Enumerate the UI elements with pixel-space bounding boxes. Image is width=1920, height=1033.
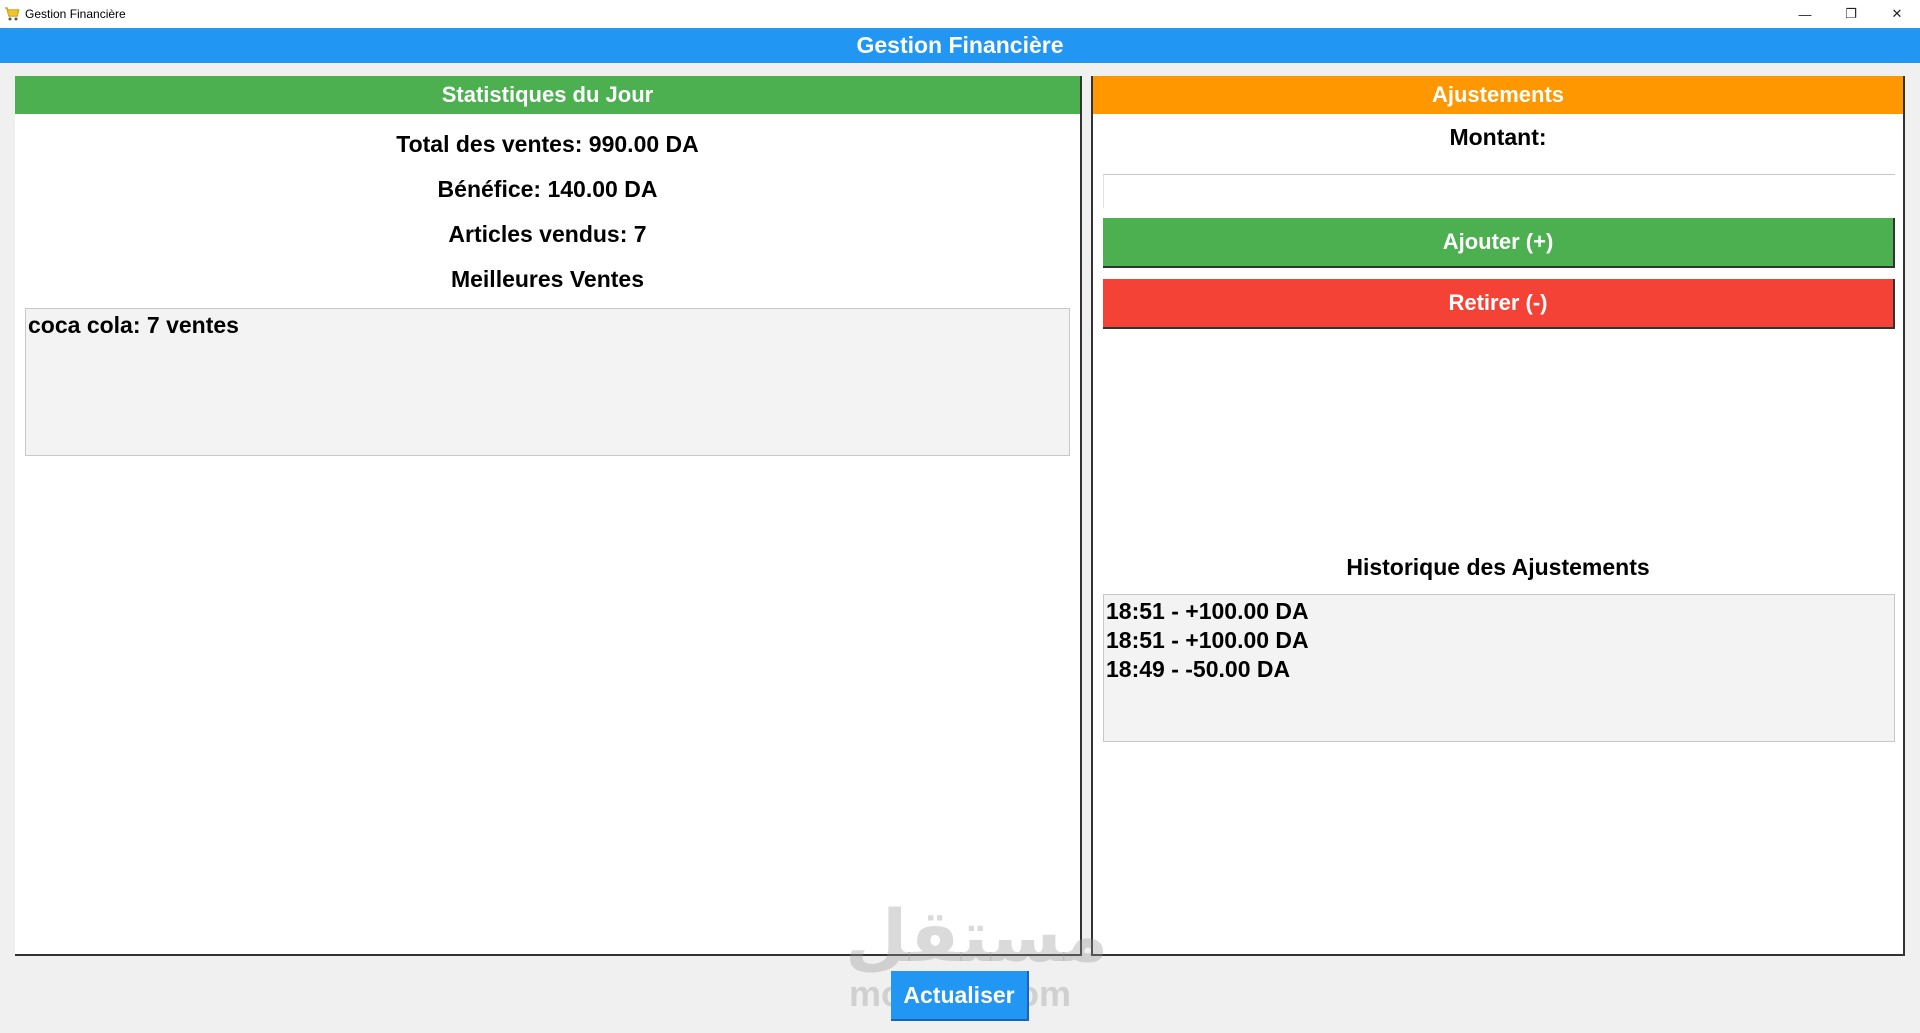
- remove-button[interactable]: Retirer (-): [1103, 279, 1895, 329]
- app-header: Gestion Financière: [0, 28, 1920, 63]
- history-list[interactable]: 18:51 - +100.00 DA 18:51 - +100.00 DA 18…: [1103, 594, 1895, 742]
- title-bar: Gestion Financière — ❐ ✕: [0, 0, 1920, 28]
- best-sales-list[interactable]: coca cola: 7 ventes: [25, 308, 1070, 456]
- list-item[interactable]: 18:51 - +100.00 DA: [1106, 626, 1892, 655]
- best-sales-title: Meilleures Ventes: [450, 266, 645, 292]
- stats-panel-title: Statistiques du Jour: [15, 76, 1080, 114]
- amount-label: Montant:: [1449, 124, 1547, 150]
- maximize-button[interactable]: ❐: [1828, 0, 1874, 28]
- window-title: Gestion Financière: [25, 7, 126, 21]
- list-item[interactable]: 18:51 - +100.00 DA: [1106, 597, 1892, 626]
- list-item[interactable]: coca cola: 7 ventes: [28, 311, 1067, 340]
- list-item[interactable]: 18:49 - -50.00 DA: [1106, 655, 1892, 684]
- profit-label: Bénéfice: 140.00 DA: [437, 176, 658, 202]
- shopping-cart-icon: [4, 6, 20, 22]
- history-title: Historique des Ajustements: [1346, 554, 1650, 580]
- adjustments-panel: Ajustements Montant: Ajouter (+) Retirer…: [1091, 76, 1905, 956]
- window-controls: — ❐ ✕: [1782, 0, 1920, 28]
- minimize-button[interactable]: —: [1782, 0, 1828, 28]
- stats-panel: Statistiques du Jour Total des ventes: 9…: [15, 76, 1082, 956]
- add-button[interactable]: Ajouter (+): [1103, 218, 1895, 268]
- adjustments-panel-title: Ajustements: [1093, 76, 1903, 114]
- refresh-button[interactable]: Actualiser: [891, 971, 1029, 1021]
- app-window: Gestion Financière — ❐ ✕ Gestion Financi…: [0, 0, 1920, 1033]
- amount-input[interactable]: [1103, 174, 1895, 208]
- close-button[interactable]: ✕: [1874, 0, 1920, 28]
- total-sales-label: Total des ventes: 990.00 DA: [396, 131, 699, 157]
- items-sold-label: Articles vendus: 7: [448, 221, 647, 247]
